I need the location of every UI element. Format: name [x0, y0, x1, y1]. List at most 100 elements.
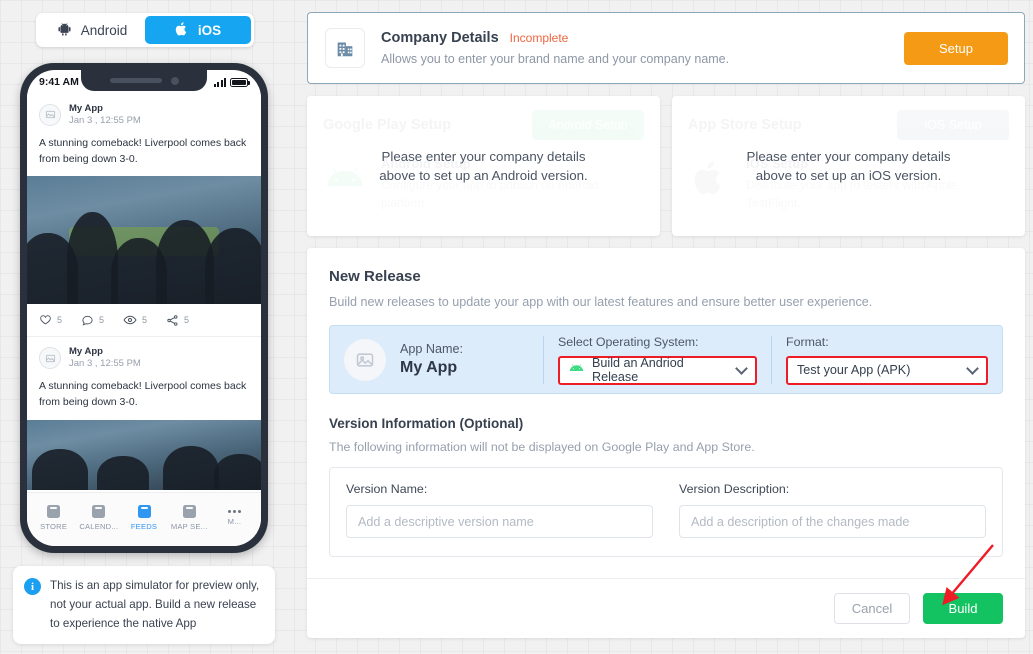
version-name-field: Version Name: — [346, 482, 653, 538]
app-store-setup-card: App Store Setup iOS Setup iOS Setup Dist… — [672, 96, 1025, 236]
version-description-field: Version Description: — [679, 482, 986, 538]
more-icon — [227, 509, 241, 513]
new-release-body: New Release Build new releases to update… — [307, 248, 1025, 557]
cancel-button[interactable]: Cancel — [834, 593, 910, 624]
app-root: Android iOS 9:41 AM My App Jan 3 , 12:55… — [0, 0, 1033, 654]
phone-notch — [81, 70, 207, 91]
post-text: A stunning comeback! Liverpool comes bac… — [39, 136, 247, 166]
post-date: Jan 3 , 12:55 PM — [69, 358, 141, 370]
phone-tab-label: MAP SE... — [170, 521, 208, 531]
post-share-action[interactable]: 5 — [166, 314, 189, 327]
post-comment-count: 5 — [99, 315, 105, 326]
phone-tab-bar: STORE CALEND... FEEDS MAP SE... M... — [27, 492, 261, 546]
version-info-box: Version Name: Version Description: — [329, 467, 1003, 557]
phone-tab-more[interactable]: M... — [212, 509, 257, 526]
phone-tab-label: M... — [227, 516, 242, 526]
post-date: Jan 3 , 12:55 PM — [69, 114, 141, 126]
company-details-banner: Company Details Incomplete Allows you to… — [307, 12, 1025, 84]
format-label: Format: — [786, 334, 829, 349]
post-like-action[interactable]: 5 — [39, 314, 62, 327]
company-details-title: Company Details — [381, 30, 499, 46]
simulator-note-text: This is an app simulator for preview onl… — [50, 579, 260, 630]
store-icon — [47, 504, 61, 518]
preview-column: Android iOS 9:41 AM My App Jan 3 , 12:55… — [0, 0, 300, 654]
app-name-texts: App Name: My App — [400, 342, 463, 377]
phone-screen: 9:41 AM My App Jan 3 , 12:55 PM A stunni… — [27, 70, 261, 546]
new-release-title: New Release — [329, 268, 421, 285]
post-view-action[interactable]: 5 — [123, 313, 147, 327]
format-value: Test your App (APK) — [797, 363, 911, 377]
phone-tab-calendar[interactable]: CALEND... — [76, 504, 121, 531]
os-toggle-ios[interactable]: iOS — [145, 16, 251, 44]
post-text: A stunning comeback! Liverpool comes bac… — [39, 380, 247, 409]
google-play-setup-card: Google Play Setup Android Setup Android … — [307, 96, 660, 236]
post-avatar — [39, 103, 61, 126]
version-name-label: Version Name: — [346, 482, 428, 496]
status-time: 9:41 AM — [39, 76, 79, 88]
os-toggle-android-label: Android — [80, 22, 128, 38]
app-name-cell: App Name: My App — [330, 338, 543, 381]
status-badge: Incomplete — [509, 31, 569, 45]
feed-post: My App Jan 3 , 12:55 PM A stunning comeb… — [27, 337, 261, 490]
comment-icon — [82, 315, 93, 326]
android-icon — [569, 361, 584, 379]
company-details-texts: Company Details Incomplete Allows you to… — [381, 30, 904, 66]
version-description-label: Version Description: — [679, 482, 790, 496]
share-icon — [167, 315, 178, 326]
post-view-count: 5 — [142, 315, 148, 326]
post-image — [27, 419, 261, 490]
store-setup-cards: Google Play Setup Android Setup Android … — [307, 96, 1025, 236]
phone-tab-label: CALEND... — [79, 521, 119, 531]
main-content: Company Details Incomplete Allows you to… — [302, 0, 1033, 654]
signal-bars-icon — [214, 77, 226, 87]
phone-tab-label: STORE — [40, 521, 68, 531]
version-info-subtitle: The following information will not be di… — [329, 440, 755, 454]
battery-icon — [230, 77, 250, 87]
phone-tab-store[interactable]: STORE — [31, 504, 76, 531]
post-share-count: 5 — [184, 315, 190, 326]
calendar-icon — [92, 504, 106, 518]
os-toggle-android[interactable]: Android — [39, 16, 145, 44]
operating-system-select[interactable]: Build an Andriod Release — [558, 355, 757, 385]
new-release-footer: Cancel Build — [307, 578, 1025, 638]
release-config-row: App Name: My App Select Operating System… — [329, 325, 1003, 394]
version-description-input[interactable] — [679, 505, 986, 538]
feeds-icon — [137, 504, 151, 518]
post-meta: My App Jan 3 , 12:55 PM — [69, 103, 141, 127]
post-image — [27, 176, 261, 305]
crowd-silhouettes — [27, 420, 261, 490]
status-right-group — [214, 77, 250, 87]
new-release-card: New Release Build new releases to update… — [307, 248, 1025, 638]
post-avatar — [39, 347, 61, 370]
build-button[interactable]: Build — [923, 593, 1003, 624]
format-select[interactable]: Test your App (APK) — [786, 355, 988, 385]
company-details-subtitle: Allows you to enter your brand name and … — [381, 52, 730, 66]
version-info-title: Version Information (Optional) — [329, 416, 524, 431]
overlay-line-1: Please enter your company details — [746, 149, 951, 164]
eye-icon — [123, 316, 137, 325]
post-actions: 5 5 5 5 — [27, 304, 261, 338]
phone-feed: My App Jan 3 , 12:55 PM A stunning comeb… — [27, 94, 261, 492]
crowd-silhouettes — [27, 176, 261, 305]
overlay-line-2: above to set up an Android version. — [379, 168, 588, 183]
version-name-input[interactable] — [346, 505, 653, 538]
apple-icon — [175, 21, 189, 40]
app-name-label: App Name: — [400, 342, 463, 356]
format-cell: Format: Test your App (APK) — [772, 335, 1002, 385]
simulator-note: i This is an app simulator for preview o… — [13, 566, 275, 645]
phone-simulator: 9:41 AM My App Jan 3 , 12:55 PM A stunni… — [20, 63, 268, 553]
notch-speaker — [109, 78, 162, 83]
phone-tab-label: FEEDS — [130, 521, 158, 531]
operating-system-value: Build an Andriod Release — [592, 356, 684, 384]
new-release-subtitle: Build new releases to update your app wi… — [329, 295, 873, 309]
phone-tab-map-search[interactable]: MAP SE... — [167, 504, 212, 531]
building-icon — [325, 28, 365, 68]
phone-tab-feeds[interactable]: FEEDS — [121, 504, 166, 531]
image-placeholder-icon — [344, 338, 386, 381]
setup-button[interactable]: Setup — [904, 31, 1008, 65]
post-comment-action[interactable]: 5 — [81, 314, 104, 327]
overlay-line-1: Please enter your company details — [381, 149, 586, 164]
info-icon: i — [24, 578, 41, 595]
overlay-line-2: above to set up an iOS version. — [755, 168, 942, 183]
operating-system-cell: Select Operating System: Build an Andrio… — [544, 335, 771, 385]
